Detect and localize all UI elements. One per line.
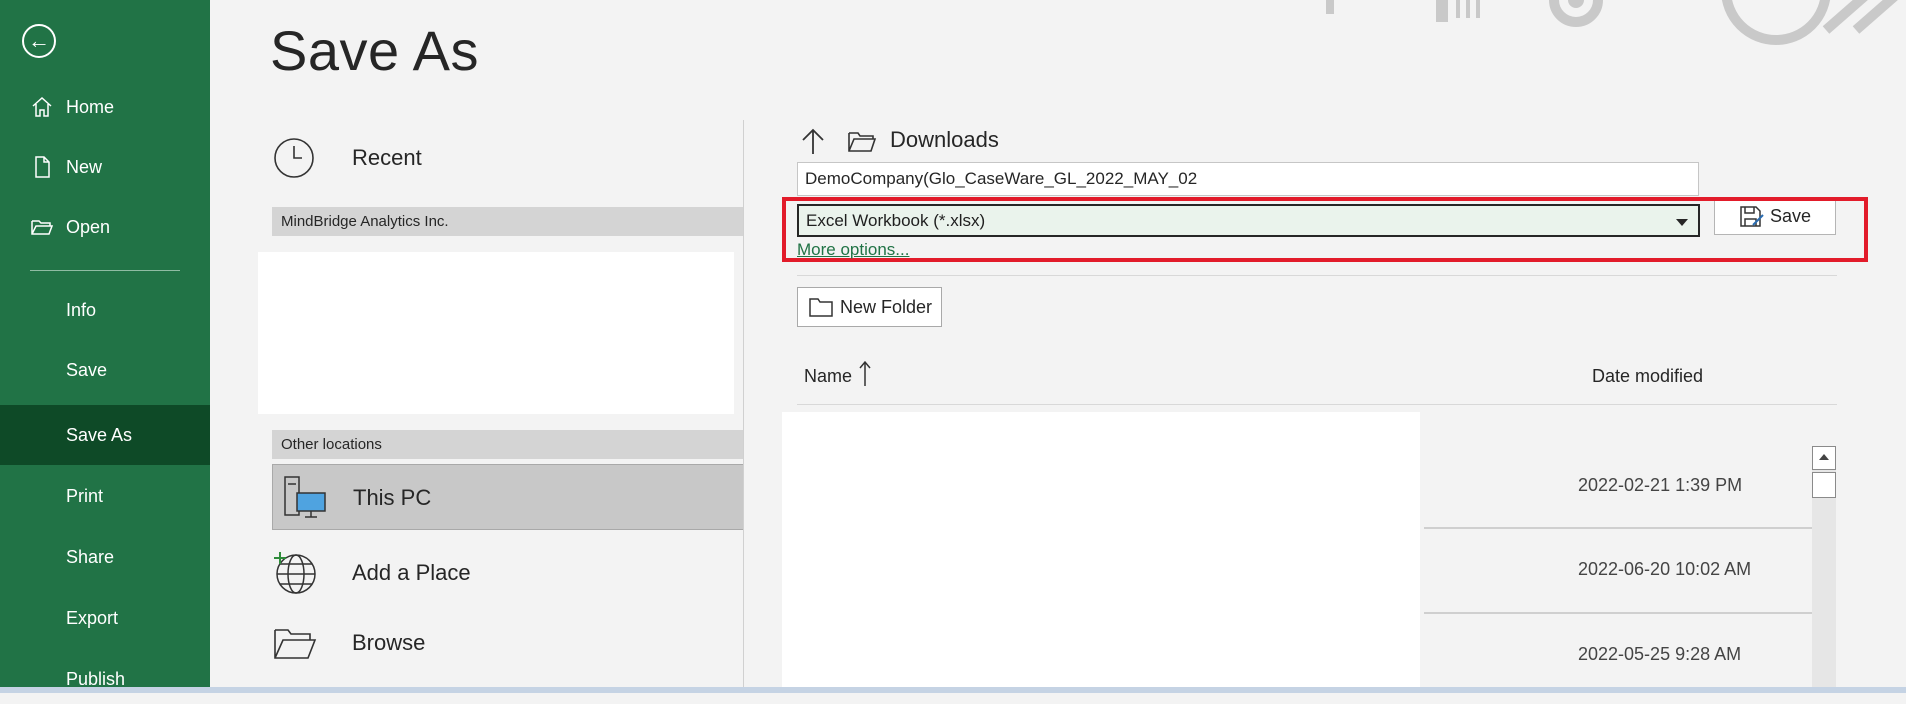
other-locations-header: Other locations [272,430,744,459]
column-header-date-modified[interactable]: Date modified [1592,366,1703,387]
row-divider [1424,527,1812,529]
nav-info-label: Info [66,299,97,320]
file-row-date: 2022-02-21 1:39 PM [1578,475,1743,495]
nav-save[interactable]: Save [0,345,210,395]
location-browse[interactable]: Browse [272,620,744,666]
nav-open[interactable]: Open [0,202,210,252]
column-divider [743,120,744,693]
nav-divider [30,270,180,271]
location-browse-label: Browse [352,630,426,655]
divider [797,275,1837,276]
nav-export[interactable]: Export [0,593,210,643]
window-bottom-edge [0,687,1906,693]
file-name-list [782,412,1420,693]
more-options-link[interactable]: More options... [797,240,909,260]
back-arrow-icon[interactable]: ← [22,24,56,58]
nav-new-label: New [66,156,103,177]
new-file-icon [35,156,50,178]
nav-share-label: Share [66,546,115,567]
new-folder-button[interactable]: New Folder [797,287,942,327]
scrollbar-thumb[interactable] [1812,472,1836,498]
browse-folder-icon [274,629,317,659]
nav-print-label: Print [66,485,104,506]
page-title: Save As [270,19,479,82]
location-this-pc[interactable]: This PC [272,464,744,530]
location-add-place-label: Add a Place [352,560,471,585]
path-bar [797,124,877,160]
highlight-box [782,197,1868,262]
nav-save-label: Save [66,359,108,380]
nav-share[interactable]: Share [0,532,210,582]
backstage-sidebar: ← Home New Open Info Save Save As Print … [0,0,210,693]
home-icon [32,96,52,117]
nav-save-as-label: Save As [66,424,133,445]
location-recent[interactable]: Recent [272,136,744,180]
open-folder-icon [31,220,54,235]
sort-ascending-icon [859,360,871,386]
decorative-pattern-icon [1326,0,1898,45]
nav-publish[interactable]: Publish [0,654,210,704]
file-name-input[interactable]: DemoCompany(Glo_CaseWare_GL_2022_MAY_02 [797,162,1699,196]
globe-add-icon [274,552,316,594]
org-locations-list [258,252,734,414]
computer-icon [284,476,326,518]
nav-new[interactable]: New [0,142,210,192]
folder-icon [848,132,877,152]
nav-save-as[interactable]: Save As [0,405,210,465]
nav-export-label: Export [66,607,119,628]
file-row-date: 2022-06-20 10:02 AM [1578,559,1752,579]
org-group-header: MindBridge Analytics Inc. [272,207,744,236]
nav-open-label: Open [66,216,111,237]
location-add-place[interactable]: Add a Place [272,550,744,596]
scroll-up-icon[interactable] [1812,446,1836,470]
new-folder-icon [809,298,833,317]
nav-home[interactable]: Home [0,82,210,132]
header-divider [797,404,1837,405]
location-this-pc-label: This PC [353,485,432,510]
new-folder-label: New Folder [840,296,933,317]
nav-info[interactable]: Info [0,285,210,335]
row-divider [1424,612,1812,614]
column-header-name[interactable]: Name [804,366,852,387]
location-recent-label: Recent [352,145,422,170]
file-row-date: 2022-05-25 9:28 AM [1578,644,1742,664]
current-folder-label[interactable]: Downloads [890,127,999,153]
nav-print[interactable]: Print [0,471,210,521]
clock-icon [274,138,314,178]
nav-home-label: Home [66,96,115,117]
up-arrow-icon[interactable] [797,126,829,158]
